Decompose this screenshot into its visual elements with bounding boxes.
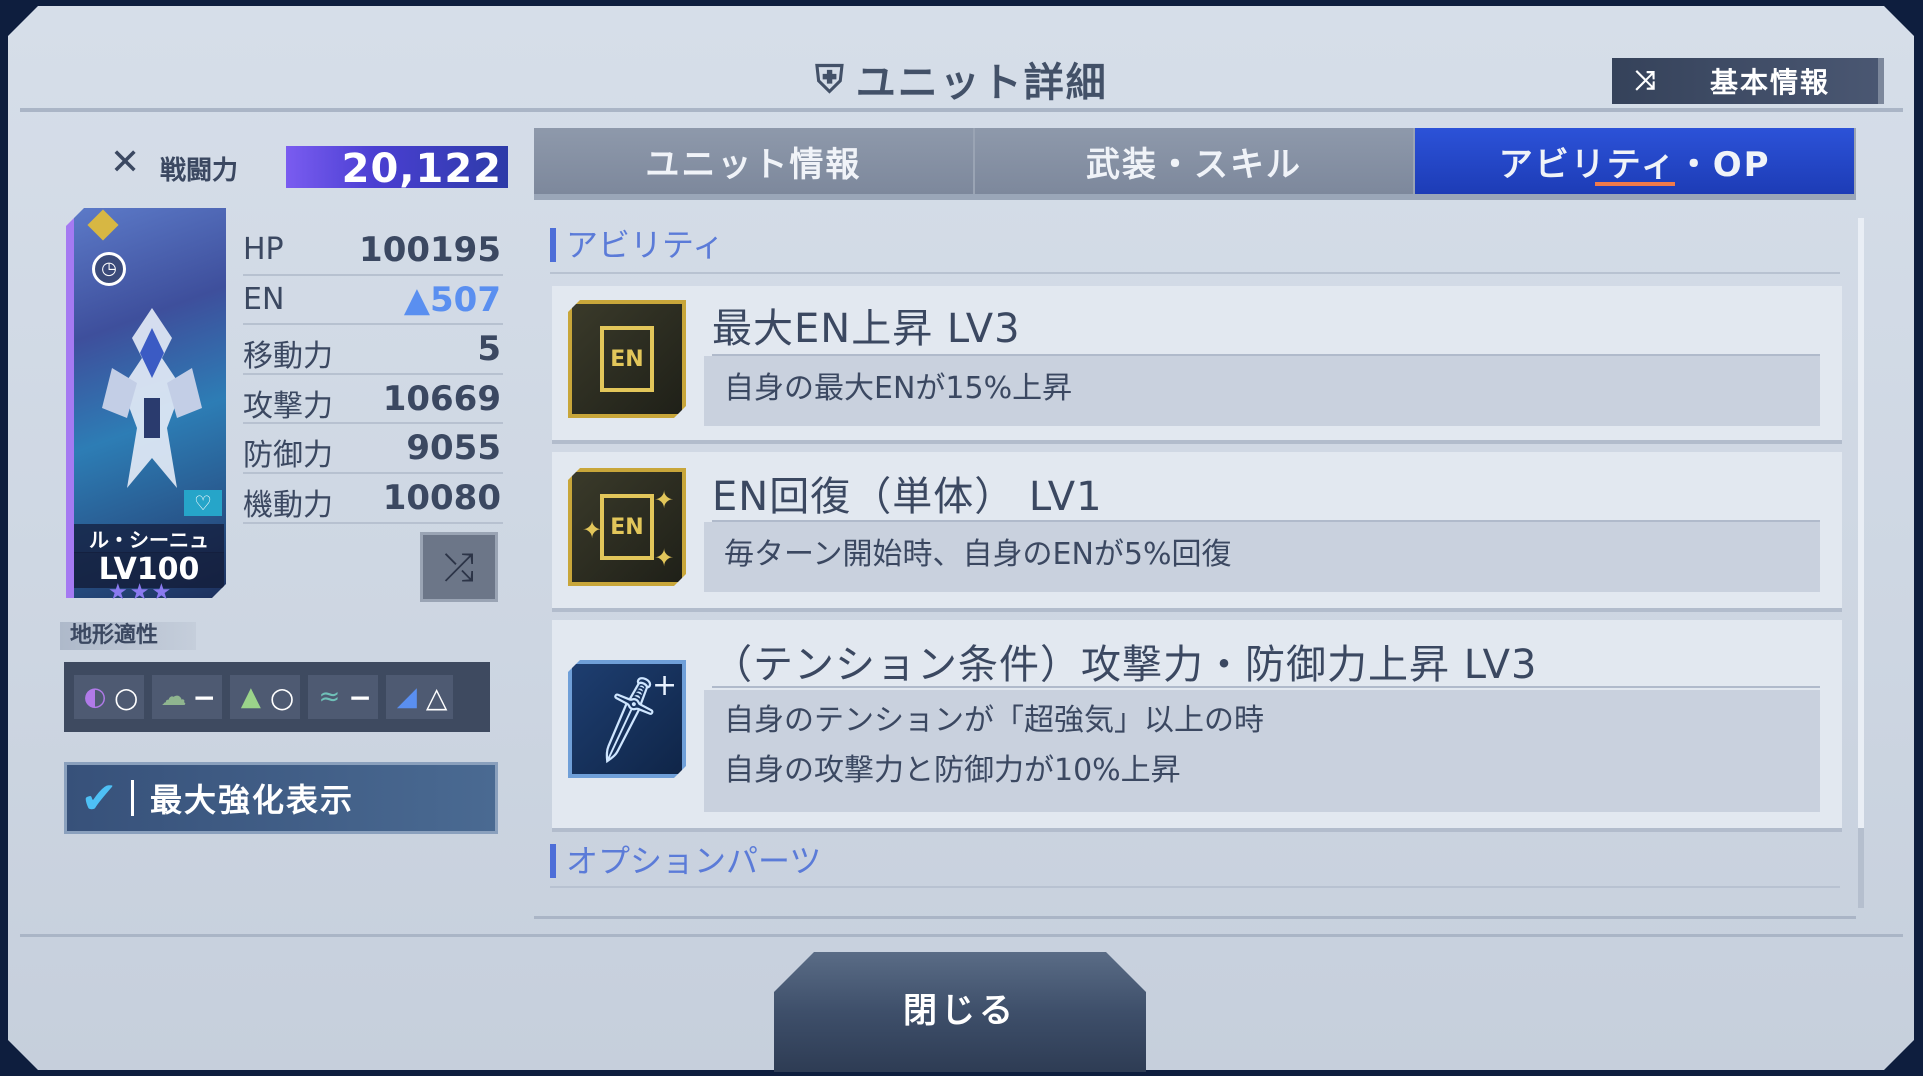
space-icon: ◐ bbox=[83, 682, 107, 712]
water-icon: ≈ bbox=[318, 682, 341, 712]
tab-abilities-op[interactable]: アビリティ・OP bbox=[1415, 128, 1857, 194]
unit-stats: HP 100195 EN ▲507 移動力 5 攻撃力 10669 防御力 90… bbox=[243, 226, 503, 524]
terrain-water: ≈ − bbox=[308, 675, 378, 719]
title-divider bbox=[20, 108, 1903, 112]
section-title-option-parts: オプションパーツ bbox=[550, 844, 821, 878]
ability-card[interactable]: EN ✦ ✦ ✦ EN回復（単体） LV1 毎ターン開始時、自身のENが5%回復 bbox=[552, 452, 1842, 612]
ability-card[interactable]: EN 最大EN上昇 LV3 自身の最大ENが15%上昇 bbox=[552, 286, 1842, 444]
section-divider bbox=[550, 886, 1840, 888]
page-title: ⛨ ユニット詳細 bbox=[815, 56, 1108, 107]
en-recover-icon: EN ✦ ✦ ✦ bbox=[568, 468, 686, 586]
active-tab-underline bbox=[1594, 182, 1675, 186]
footer-divider bbox=[20, 934, 1903, 937]
terrain-underground: ◢ △ bbox=[385, 675, 454, 719]
combat-power: ✕ 戦闘力 20,122 bbox=[110, 140, 510, 192]
underground-icon: ◢ bbox=[396, 682, 417, 712]
scroll-thumb[interactable] bbox=[1858, 218, 1864, 828]
checkmark-icon: ✔ bbox=[80, 772, 118, 824]
clock-icon: ◷ bbox=[92, 252, 126, 286]
content-bottom-divider bbox=[534, 916, 1856, 919]
scrollbar[interactable] bbox=[1858, 218, 1864, 908]
terrain-air: ☁ − bbox=[152, 675, 222, 719]
ability-panel[interactable]: アビリティ EN 最大EN上昇 LV3 自身の最大ENが15%上昇 EN ✦ ✦… bbox=[534, 212, 1856, 920]
en-max-icon: EN bbox=[568, 300, 686, 418]
swap-arrows-icon: ⤮ bbox=[443, 545, 475, 589]
unit-portrait[interactable]: ◷ ♡ ル・シーニュ LV100 bbox=[66, 208, 226, 598]
ability-card[interactable]: 🗡 + （テンション条件）攻撃力・防御力上昇 LV3 自身のテンションが「超強気… bbox=[552, 620, 1842, 832]
swap-unit-button[interactable]: ⤮ bbox=[420, 532, 498, 602]
tag-icon bbox=[87, 209, 118, 240]
land-icon: ▲ bbox=[240, 682, 261, 712]
terrain-aptitude: ◐ ○ ☁ − ▲ ○ ≈ − ◢ △ bbox=[64, 662, 490, 732]
crossed-swords-icon: ✕ bbox=[110, 142, 141, 183]
stat-defense: 防御力 9055 bbox=[243, 424, 503, 474]
sword-plus-icon: 🗡 + bbox=[568, 660, 686, 778]
tab-weapons-skills[interactable]: 武装・スキル bbox=[974, 128, 1416, 194]
terrain-land: ▲ ○ bbox=[229, 675, 301, 719]
section-title-abilities: アビリティ bbox=[550, 228, 724, 262]
favorite-heart-icon[interactable]: ♡ bbox=[184, 490, 222, 516]
stat-mobility: 機動力 10080 bbox=[243, 474, 503, 524]
divider bbox=[131, 780, 134, 816]
section-divider bbox=[550, 272, 1840, 274]
rarity-stars: ★★★ bbox=[108, 580, 174, 605]
tab-unit-info[interactable]: ユニット情報 bbox=[534, 128, 975, 194]
terrain-label: 地形適性 bbox=[60, 622, 196, 650]
terrain-space: ◐ ○ bbox=[74, 675, 145, 719]
stat-attack: 攻撃力 10669 bbox=[243, 375, 503, 425]
tab-bar: ユニット情報 武装・スキル アビリティ・OP bbox=[534, 128, 1857, 194]
combat-power-bar: 20,122 bbox=[286, 146, 508, 192]
robot-illustration bbox=[92, 298, 212, 498]
air-icon: ☁ bbox=[160, 682, 187, 712]
basic-info-button[interactable]: ⤨ 基本情報 bbox=[1612, 58, 1884, 104]
plus-icon: + bbox=[652, 668, 678, 703]
mech-head-icon: ⛨ bbox=[815, 56, 846, 101]
sparkle-icon: ✦ bbox=[654, 544, 675, 572]
close-button[interactable]: 閉じる bbox=[774, 952, 1146, 1072]
sparkle-icon: ✦ bbox=[654, 486, 675, 514]
tab-divider bbox=[534, 194, 1856, 200]
stat-hp: HP 100195 bbox=[243, 226, 503, 276]
stat-move: 移動力 5 bbox=[243, 325, 503, 375]
stat-en: EN ▲507 bbox=[243, 276, 503, 326]
shuffle-icon: ⤨ bbox=[1634, 65, 1656, 96]
max-enhance-toggle[interactable]: ✔ 最大強化表示 bbox=[64, 762, 498, 834]
sparkle-icon: ✦ bbox=[582, 516, 603, 544]
